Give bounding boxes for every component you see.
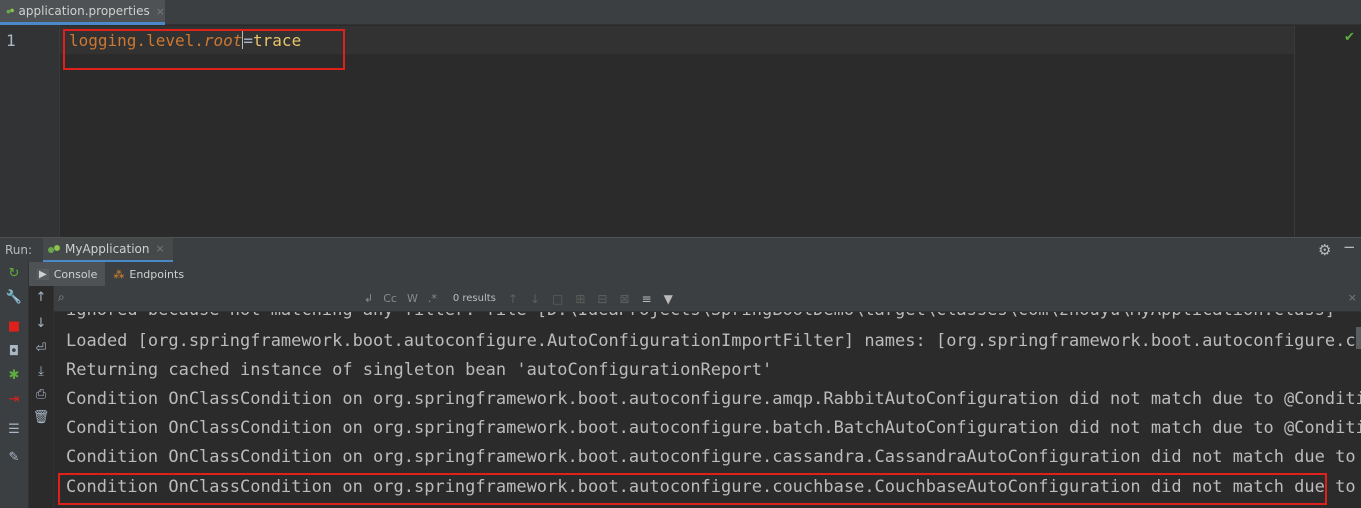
run-tab-myapplication[interactable]: MyApplication ×	[43, 237, 173, 263]
search-input[interactable]	[54, 288, 354, 309]
spring-properties-icon	[6, 8, 14, 14]
line-number-gutter: 1	[0, 25, 60, 237]
console-line: ignored because not matching any filter:…	[66, 312, 1335, 320]
tab-endpoints[interactable]: ⁂ Endpoints	[105, 262, 192, 286]
run-tool-window-header: Run: MyApplication × ⚙ −	[0, 237, 1361, 263]
gear-icon[interactable]: ⚙	[1318, 241, 1331, 259]
select-occurrences-icon[interactable]: ⊠	[619, 292, 629, 306]
console-line: Condition OnClassCondition on org.spring…	[66, 418, 1361, 438]
previous-occurrence-icon[interactable]: ↑	[508, 292, 518, 306]
select-all-icon[interactable]: □	[552, 292, 563, 306]
layout-icon[interactable]: ☰	[4, 422, 24, 437]
annotation-highlight-box	[58, 473, 1327, 505]
tab-application-properties[interactable]: application.properties ×	[0, 0, 165, 25]
run-title: Run:	[5, 243, 33, 257]
console-side-toolbar: ↑ ↓ ⏎ ⤓ ⎙ 🗑	[29, 286, 54, 508]
tab-console-label: Console	[53, 267, 98, 281]
next-occurrence-icon[interactable]: ↓	[530, 292, 540, 306]
run-tab-label: MyApplication	[65, 241, 150, 256]
annotation-highlight-box	[63, 29, 345, 70]
spring-app-icon	[48, 244, 60, 253]
console-icon: ▶	[37, 268, 49, 280]
rerun-icon[interactable]: ↻	[4, 266, 24, 281]
run-left-toolbar: ↻ 🔧 ■ ◘ ✱ ⇥ ☰ ✎	[0, 262, 29, 508]
console-line: Condition OnClassCondition on org.spring…	[66, 389, 1361, 409]
add-occurrence-icon[interactable]: ⊞	[575, 292, 585, 306]
multiline-icon[interactable]: ≡	[642, 292, 652, 306]
match-case-toggle[interactable]: Cc	[383, 292, 397, 305]
scrollbar-thumb[interactable]	[1356, 327, 1361, 349]
newline-icon[interactable]: ↲	[364, 292, 373, 305]
scroll-to-end-icon[interactable]: ⤓	[31, 364, 51, 379]
line-number: 1	[6, 31, 16, 50]
wrench-icon[interactable]: 🔧	[4, 290, 24, 305]
soft-wrap-icon[interactable]: ⏎	[31, 341, 51, 356]
whole-word-toggle[interactable]: W	[407, 292, 418, 305]
console-output[interactable]: ignored because not matching any filter:…	[54, 312, 1361, 508]
search-icon: ⌕	[58, 290, 65, 304]
tab-endpoints-label: Endpoints	[129, 267, 185, 281]
trash-icon[interactable]: 🗑	[31, 410, 51, 425]
tab-label: application.properties	[18, 4, 150, 18]
right-margin-line	[1294, 25, 1295, 237]
run-subtabs: ▶ Console ⁂ Endpoints	[29, 262, 1361, 286]
code-editor[interactable]: 1 logging.level.root=trace ✔	[0, 25, 1361, 237]
editor-tab-bar: application.properties ×	[0, 0, 1361, 25]
print-icon[interactable]: ⎙	[31, 387, 51, 402]
console-search-bar: ⌕ ↲ Cc W .* 0 results ↑ ↓ □ ⊞ ⊟ ⊠ ≡ ▼ ×	[54, 286, 1361, 312]
console-line: Condition OnClassCondition on org.spring…	[66, 447, 1356, 467]
endpoints-icon: ⁂	[113, 267, 125, 281]
stop-icon[interactable]: ■	[4, 319, 24, 334]
filter-icon[interactable]: ▼	[664, 292, 673, 306]
debug-icon[interactable]: ✱	[4, 368, 24, 383]
pin-icon[interactable]: ✎	[4, 450, 24, 465]
close-icon[interactable]: ×	[1348, 291, 1357, 304]
tab-console[interactable]: ▶ Console	[29, 262, 106, 286]
console-line: Returning cached instance of singleton b…	[66, 360, 773, 380]
checkmark-icon: ✔	[1344, 30, 1355, 45]
regex-toggle[interactable]: .*	[428, 292, 437, 305]
search-results-count: 0 results	[452, 293, 496, 304]
arrow-up-icon[interactable]: ↑	[31, 290, 51, 305]
close-icon[interactable]: ×	[156, 5, 165, 18]
minimize-icon[interactable]: −	[1343, 238, 1356, 256]
camera-icon[interactable]: ◘	[4, 344, 24, 359]
remove-occurrence-icon[interactable]: ⊟	[597, 292, 607, 306]
close-icon[interactable]: ×	[156, 242, 165, 255]
arrow-down-icon[interactable]: ↓	[31, 316, 51, 331]
exit-icon[interactable]: ⇥	[4, 392, 24, 407]
console-line: Loaded [org.springframework.boot.autocon…	[66, 331, 1361, 351]
